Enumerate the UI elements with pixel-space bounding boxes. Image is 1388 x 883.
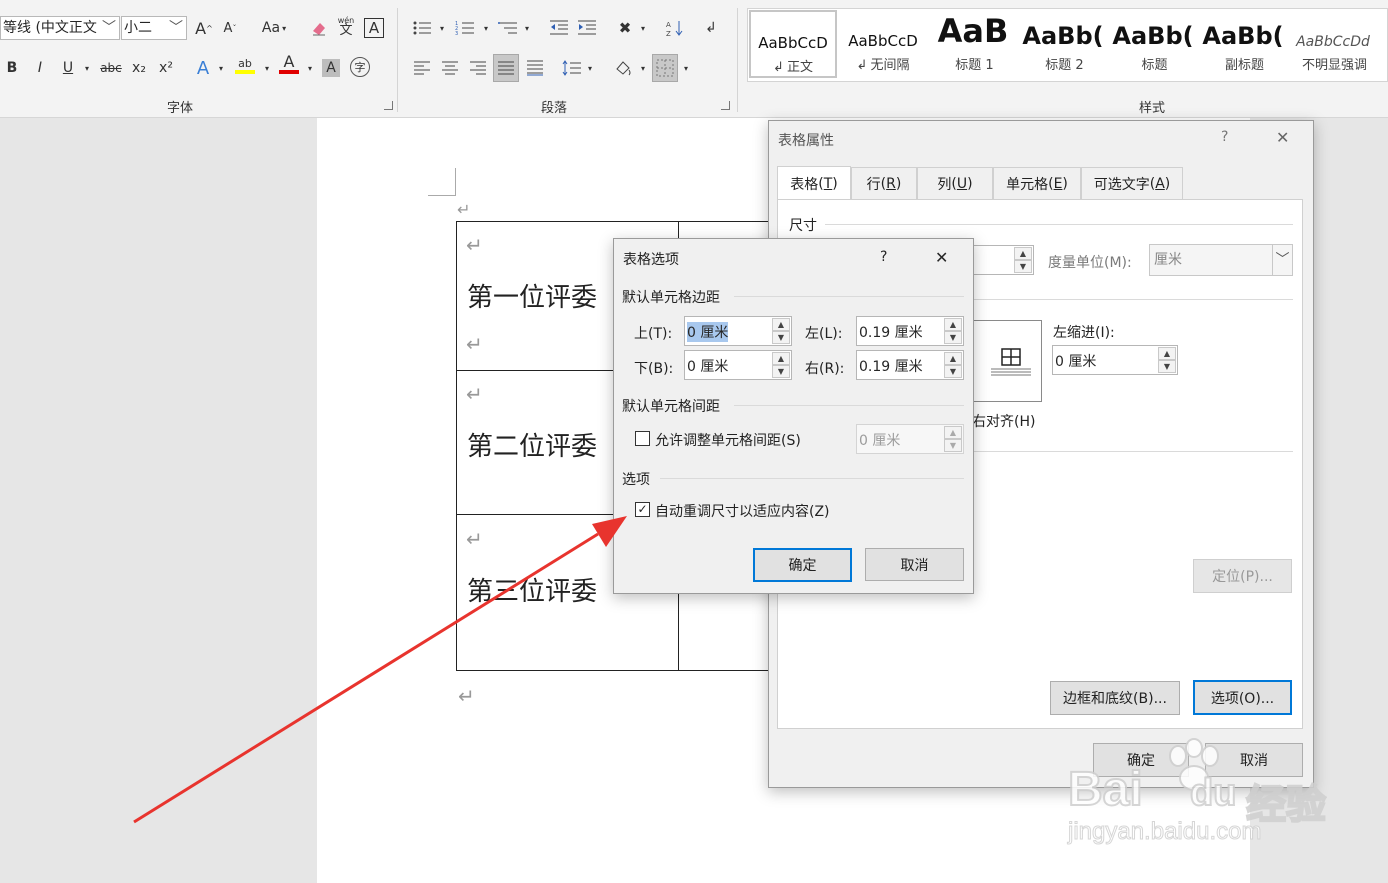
baidu-watermark: Bai du 经验 jingyan.baidu.com (1067, 738, 1368, 848)
watermark-du: du (1189, 771, 1237, 815)
watermark-brand: Bai (1067, 762, 1144, 817)
watermark-url: jingyan.baidu.com (1067, 818, 1262, 846)
